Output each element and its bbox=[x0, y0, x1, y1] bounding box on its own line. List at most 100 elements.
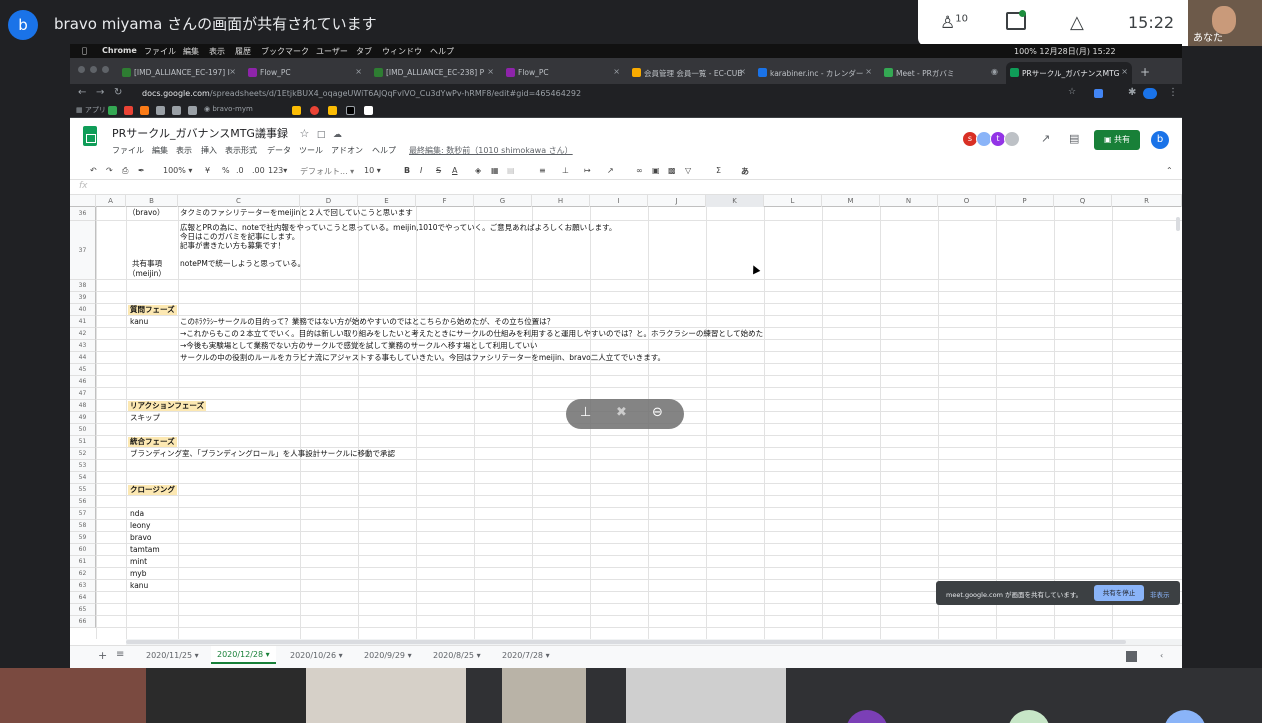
bookmark-icon[interactable] bbox=[292, 106, 301, 115]
menu-tools[interactable]: ツール bbox=[299, 145, 323, 156]
table-row[interactable] bbox=[96, 604, 1182, 616]
browser-tab-active[interactable]: PRサークル_ガバナンスMTG × bbox=[1006, 62, 1132, 84]
collapse-side-icon[interactable]: ‹ bbox=[1160, 651, 1163, 660]
menubar-file[interactable]: ファイル bbox=[144, 46, 176, 57]
browser-tab[interactable]: karabiner.inc - カレンダー × bbox=[754, 62, 876, 84]
menubar-help[interactable]: ヘルプ bbox=[430, 46, 454, 57]
bookmark-icon[interactable] bbox=[346, 106, 355, 115]
menu-insert[interactable]: 挿入 bbox=[201, 145, 217, 156]
tab-close-icon[interactable]: × bbox=[487, 67, 494, 76]
github-bookmark[interactable]: ◉ bravo-mym bbox=[204, 105, 253, 113]
cell-b[interactable]: myb bbox=[130, 569, 147, 579]
italic-button[interactable]: I bbox=[420, 166, 422, 175]
insert-comment-icon[interactable]: ▣ bbox=[652, 166, 660, 175]
reload-icon[interactable]: ↻ bbox=[114, 87, 122, 98]
column-header[interactable]: C bbox=[178, 195, 300, 207]
menubar-user[interactable]: ユーザー bbox=[316, 46, 348, 57]
redo-icon[interactable]: ↷ bbox=[106, 166, 113, 175]
activities-icon[interactable]: △ bbox=[1070, 12, 1084, 33]
hide-notice-button[interactable]: 非表示 bbox=[1150, 589, 1170, 599]
menubar-bookmarks[interactable]: ブックマーク bbox=[261, 46, 309, 57]
sheet-tab[interactable]: 2020/8/25 ▾ bbox=[433, 651, 481, 660]
row-header[interactable]: 52 bbox=[70, 448, 96, 460]
table-row[interactable] bbox=[96, 616, 1182, 628]
sheet-tab[interactable]: 2020/9/29 ▾ bbox=[364, 651, 412, 660]
move-folder-icon[interactable]: □ bbox=[317, 130, 326, 140]
column-header[interactable]: R bbox=[1112, 195, 1182, 207]
cell-b[interactable]: 統合フェーズ bbox=[128, 437, 177, 447]
table-row[interactable] bbox=[96, 568, 1182, 580]
row-header[interactable]: 63 bbox=[70, 580, 96, 592]
stop-sharing-button[interactable]: 共有を停止 bbox=[1094, 585, 1144, 601]
bookmark-icon[interactable] bbox=[188, 106, 197, 115]
row-header[interactable]: 40 bbox=[70, 304, 96, 316]
merge-cells-icon[interactable]: ▤ bbox=[507, 166, 515, 175]
bookmark-icon[interactable] bbox=[364, 106, 373, 115]
formula-bar[interactable]: fx bbox=[70, 180, 1182, 195]
row-header[interactable]: 45 bbox=[70, 364, 96, 376]
row-header[interactable]: 54 bbox=[70, 472, 96, 484]
currency-button[interactable]: ¥ bbox=[205, 166, 210, 175]
row-header[interactable]: 53 bbox=[70, 460, 96, 472]
text-color-button[interactable]: A bbox=[452, 166, 457, 175]
font-size-select[interactable]: 10 ▾ bbox=[364, 166, 381, 175]
bookmark-icon[interactable] bbox=[310, 106, 319, 115]
cell-b[interactable]: kanu bbox=[130, 317, 148, 327]
participant-video-tile[interactable] bbox=[786, 668, 1262, 723]
row-header[interactable]: 62 bbox=[70, 568, 96, 580]
participant-video-tile[interactable] bbox=[146, 668, 306, 723]
tab-close-icon[interactable]: × bbox=[865, 67, 872, 76]
menu-help[interactable]: ヘルプ bbox=[372, 145, 396, 156]
cell-c[interactable]: このﾎﾗｸﾗｼｰサークルの目的って？業務ではない方が始めやすいのではとこちらから… bbox=[180, 317, 554, 327]
row-header[interactable]: 37 bbox=[70, 221, 96, 280]
cell-c[interactable]: →これからもこの２本立てでいく。目的は新しい取り組みをしたいと考えたときにサーク… bbox=[180, 329, 763, 339]
row-header[interactable]: 51 bbox=[70, 436, 96, 448]
browser-tab[interactable]: 会員管理 会員一覧 - EC-CUB × bbox=[628, 62, 750, 84]
column-header[interactable]: Q bbox=[1054, 195, 1112, 207]
cell-b[interactable]: leony bbox=[130, 521, 150, 531]
increase-decimal-button[interactable]: .00 bbox=[252, 166, 265, 175]
participant-video-tile[interactable] bbox=[0, 668, 146, 723]
functions-button[interactable]: Σ bbox=[716, 166, 721, 175]
bold-button[interactable]: B bbox=[404, 166, 410, 175]
table-row[interactable] bbox=[96, 304, 1182, 316]
cell-b[interactable]: リアクションフェーズ bbox=[128, 401, 207, 411]
column-header[interactable]: J bbox=[648, 195, 706, 207]
select-all-corner[interactable] bbox=[70, 195, 96, 207]
participants-button[interactable]: ♙10 bbox=[940, 13, 968, 33]
row-header[interactable]: 42 bbox=[70, 328, 96, 340]
bookmark-icon[interactable] bbox=[108, 106, 117, 115]
row-header[interactable]: 60 bbox=[70, 544, 96, 556]
paint-format-icon[interactable]: ✒ bbox=[138, 166, 145, 175]
forward-icon[interactable]: → bbox=[96, 87, 104, 98]
back-icon[interactable]: ← bbox=[78, 87, 86, 98]
bookmark-icon[interactable] bbox=[140, 106, 149, 115]
window-minimize-button[interactable] bbox=[90, 66, 97, 73]
row-header[interactable]: 58 bbox=[70, 520, 96, 532]
table-row[interactable] bbox=[96, 556, 1182, 568]
column-header[interactable]: O bbox=[938, 195, 996, 207]
apple-icon[interactable]:  bbox=[82, 46, 87, 55]
row-header[interactable]: 44 bbox=[70, 352, 96, 364]
cell-b[interactable]: 提案事項 （bravo） bbox=[128, 207, 164, 218]
column-header[interactable]: B bbox=[126, 195, 178, 207]
browser-tab[interactable]: [IMD_ALLIANCE_EC-238] P × bbox=[370, 62, 498, 84]
cell-b[interactable]: mint bbox=[130, 557, 147, 567]
filter-icon[interactable]: ▽ bbox=[685, 166, 691, 175]
menu-edit[interactable]: 編集 bbox=[152, 145, 168, 156]
table-row[interactable] bbox=[96, 280, 1182, 292]
last-edit-link[interactable]: 最終編集: 数秒前（1010 shimokawa さん） bbox=[409, 145, 573, 156]
row-header[interactable]: 59 bbox=[70, 532, 96, 544]
tab-close-icon[interactable]: × bbox=[229, 67, 236, 76]
row-header[interactable]: 38 bbox=[70, 280, 96, 292]
table-row[interactable] bbox=[96, 496, 1182, 508]
window-zoom-button[interactable] bbox=[102, 66, 109, 73]
browser-tab[interactable]: Flow_PC × bbox=[244, 62, 366, 84]
remove-icon[interactable]: ⊖ bbox=[652, 405, 663, 420]
pin-icon[interactable]: ⊥ bbox=[580, 405, 591, 420]
tab-audio-icon[interactable]: ◉ bbox=[991, 67, 998, 76]
star-icon[interactable]: ☆ bbox=[299, 127, 309, 140]
comments-icon[interactable]: ▤ bbox=[1069, 132, 1079, 145]
row-header[interactable]: 36 bbox=[70, 207, 96, 221]
window-close-button[interactable] bbox=[78, 66, 85, 73]
